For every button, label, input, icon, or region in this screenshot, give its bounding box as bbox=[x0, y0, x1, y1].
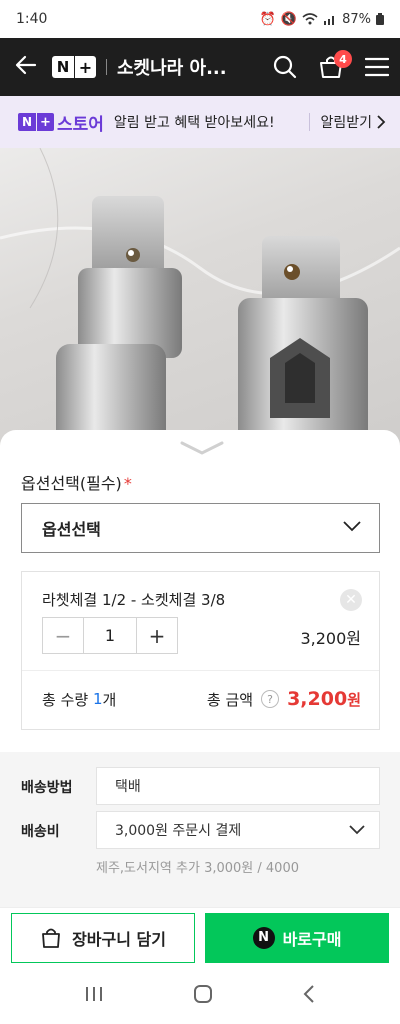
status-bar: 1:40 ⏰ 🔇 87% bbox=[0, 0, 400, 38]
signal-icon bbox=[324, 16, 335, 25]
search-icon bbox=[273, 55, 297, 79]
shipping-fee-label: 배송비 bbox=[21, 824, 60, 840]
back-button[interactable] bbox=[0, 53, 52, 81]
naver-pay-icon: N bbox=[252, 926, 275, 949]
total-summary: 총 수량 1개 총 금액 ? 3,200 원 bbox=[42, 684, 361, 714]
subscribe-alarm-link[interactable]: 알림받기 bbox=[320, 112, 372, 132]
search-button[interactable] bbox=[262, 38, 308, 96]
quantity-stepper: − 1 + bbox=[42, 617, 178, 654]
shipping-method-label: 배송방법 bbox=[21, 780, 73, 796]
alarm-icon: ⏰ bbox=[259, 11, 276, 27]
back-arrow-icon bbox=[15, 55, 37, 75]
shipping-method-field: 택배 bbox=[96, 767, 380, 805]
back-chevron-icon bbox=[303, 984, 314, 1003]
naver-plus-store-logo: N + 스토어 bbox=[18, 110, 104, 135]
recent-apps-button[interactable] bbox=[84, 985, 104, 1007]
add-to-cart-label: 장바구니 담기 bbox=[72, 929, 166, 949]
add-to-cart-button[interactable]: 장바구니 담기 bbox=[11, 912, 196, 963]
increase-quantity-button[interactable]: + bbox=[137, 618, 177, 653]
option-price: 3,200원 bbox=[300, 629, 361, 648]
total-amount-label: 총 금액 bbox=[206, 690, 254, 709]
promo-divider bbox=[309, 113, 311, 131]
shipping-section: 배송방법 택배 배송비 3,000원 주문시 결제 제주,도서지역 추가 3,0… bbox=[0, 752, 400, 907]
chevron-down-icon bbox=[180, 441, 224, 455]
shipping-method-value: 택배 bbox=[115, 779, 141, 795]
naver-plus-logo[interactable]: N + bbox=[52, 56, 96, 78]
appbar-divider bbox=[106, 59, 107, 75]
mute-icon: 🔇 bbox=[280, 11, 298, 27]
chevron-right-icon bbox=[377, 115, 386, 129]
total-qty-label: 총 수량 bbox=[42, 690, 89, 709]
shipping-fee-select[interactable]: 3,000원 주문시 결제 bbox=[96, 811, 380, 849]
buy-now-button[interactable]: N 바로구매 bbox=[205, 912, 389, 963]
buy-now-label: 바로구매 bbox=[282, 929, 342, 949]
remove-option-button[interactable]: ✕ bbox=[340, 589, 362, 611]
notification-promo-banner[interactable]: N + 스토어 알림 받고 혜택 받아보세요! 알림받기 bbox=[0, 96, 400, 148]
purchase-actions: 장바구니 담기 N 바로구매 bbox=[0, 907, 400, 967]
extra-shipping-note: 제주,도서지역 추가 3,000원 / 4000 bbox=[96, 861, 299, 876]
battery-level: 87% bbox=[342, 11, 371, 27]
promo-message: 알림 받고 혜택 받아보세요! bbox=[113, 115, 275, 131]
status-icons: ⏰ 🔇 87% bbox=[260, 12, 384, 27]
recent-apps-icon bbox=[86, 986, 103, 1001]
total-amount: 3,200 bbox=[287, 688, 348, 710]
wifi-icon bbox=[302, 13, 318, 25]
status-time: 1:40 bbox=[16, 11, 48, 27]
battery-icon bbox=[376, 13, 384, 25]
close-icon: ✕ bbox=[345, 592, 357, 608]
menu-button[interactable] bbox=[354, 38, 400, 96]
store-title[interactable]: 소켓나라 아... bbox=[117, 54, 262, 80]
shipping-fee-value: 3,000원 주문시 결제 bbox=[115, 823, 242, 839]
selected-option-card: 라쳇체결 1/2 - 소켓체결 3/8 ✕ − 1 + 3,200원 총 수량 … bbox=[21, 571, 380, 730]
app-bar: N + 소켓나라 아... 4 bbox=[0, 38, 400, 96]
socket-adapter-photo bbox=[0, 148, 400, 448]
cart-count-badge: 4 bbox=[334, 50, 352, 68]
option-label: 옵션선택(필수) * bbox=[21, 474, 132, 493]
system-back-button[interactable] bbox=[302, 984, 316, 1008]
chevron-down-icon bbox=[349, 825, 365, 835]
card-divider bbox=[22, 670, 379, 671]
quantity-value[interactable]: 1 bbox=[83, 618, 137, 653]
option-select[interactable]: 옵션선택 bbox=[21, 503, 380, 553]
total-qty-unit: 개 bbox=[102, 690, 117, 709]
home-button[interactable] bbox=[193, 984, 213, 1008]
required-mark: * bbox=[123, 474, 132, 493]
decrease-quantity-button[interactable]: − bbox=[43, 618, 83, 653]
sheet-collapse-handle[interactable] bbox=[180, 440, 224, 459]
cart-button[interactable]: 4 bbox=[308, 38, 354, 96]
chevron-down-icon bbox=[343, 521, 361, 532]
shopping-bag-icon bbox=[42, 928, 60, 948]
product-image[interactable] bbox=[0, 148, 400, 448]
selected-option-name: 라쳇체결 1/2 - 소켓체결 3/8 bbox=[42, 591, 226, 609]
system-navigation-bar bbox=[0, 967, 400, 1024]
help-icon[interactable]: ? bbox=[261, 690, 280, 708]
home-icon bbox=[193, 984, 212, 1003]
total-currency: 원 bbox=[347, 690, 361, 709]
option-select-placeholder: 옵션선택 bbox=[42, 520, 101, 539]
hamburger-icon bbox=[365, 57, 389, 77]
total-qty-value: 1 bbox=[92, 690, 103, 708]
